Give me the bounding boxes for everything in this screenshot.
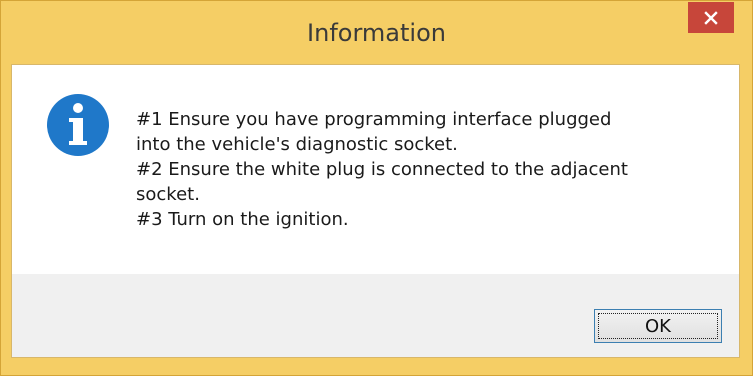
dialog-window: Information #1 Ensure you have programmi…	[0, 0, 753, 376]
message-line: #2 Ensure the white plug is connected to…	[136, 159, 628, 180]
ok-button[interactable]: OK	[594, 309, 722, 343]
close-button[interactable]	[688, 2, 734, 33]
info-icon	[47, 94, 109, 156]
ok-button-label: OK	[645, 315, 671, 337]
message-line: #1 Ensure you have programming interface…	[136, 109, 612, 130]
close-icon	[704, 10, 718, 25]
dialog-body: #1 Ensure you have programming interface…	[11, 64, 740, 358]
window-title: Information	[307, 19, 446, 47]
message-line: #3 Turn on the ignition.	[136, 209, 349, 230]
message-line: socket.	[136, 184, 200, 205]
message-line: into the vehicle's diagnostic socket.	[136, 134, 458, 155]
message-text: #1 Ensure you have programming interface…	[136, 107, 726, 232]
message-area: #1 Ensure you have programming interface…	[12, 65, 739, 274]
